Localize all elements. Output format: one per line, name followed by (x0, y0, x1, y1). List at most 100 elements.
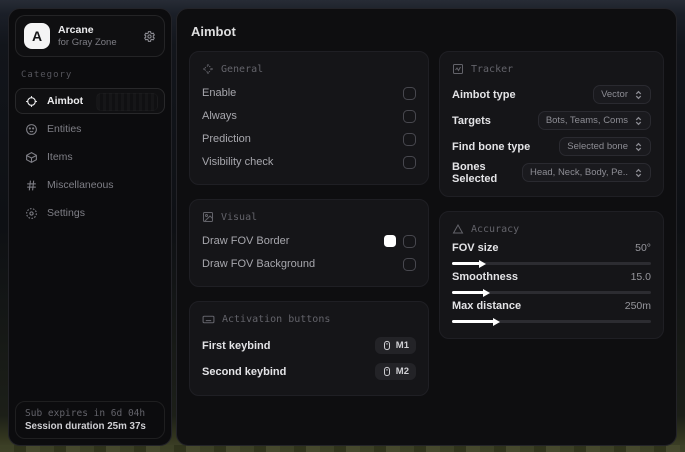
category-label: Category (21, 70, 73, 80)
setting-row: Second keybind M2 (202, 359, 416, 384)
visibility-check-checkbox[interactable] (403, 155, 416, 169)
watermark (96, 93, 158, 111)
slider-value: 50° (635, 242, 651, 254)
setting-row: Prediction (202, 128, 416, 150)
aimbot-type-dropdown[interactable]: Vector (593, 85, 651, 104)
smoothness-slider[interactable] (452, 288, 651, 297)
fov-size-slider-block: FOV size 50° (452, 242, 651, 268)
keyboard-icon (202, 315, 215, 324)
slider-label: Max distance (452, 300, 522, 312)
image-icon (203, 212, 213, 222)
app-logo: A (24, 23, 50, 49)
setting-label: Second keybind (202, 365, 287, 378)
hash-icon (27, 180, 36, 190)
always-checkbox[interactable] (403, 109, 416, 123)
section-title: General (221, 63, 264, 75)
activation-card: Activation buttons First keybind M1 Seco… (189, 301, 429, 396)
section-title: Accuracy (471, 223, 520, 235)
slider-label: Smoothness (452, 271, 519, 283)
bones-selected-dropdown[interactable]: Head, Neck, Body, Pe.. (521, 163, 651, 182)
slider-fill (452, 317, 500, 326)
setting-label: Bones Selected (452, 160, 498, 185)
section-title: Activation buttons (222, 314, 331, 325)
setting-row: Enable (202, 82, 416, 104)
targets-dropdown[interactable]: Bots, Teams, Coms (537, 111, 651, 130)
unfold-icon (635, 142, 642, 151)
dropdown-value: Vector (601, 89, 628, 100)
sidebar-item-aimbot[interactable]: Aimbot (15, 88, 165, 114)
mouse-icon (383, 366, 390, 377)
setting-row: Bones Selected Head, Neck, Body, Pe.. (452, 160, 651, 185)
slider-fill (452, 288, 490, 297)
gear-icon[interactable] (143, 30, 156, 43)
sidebar-item-miscellaneous[interactable]: Miscellaneous (15, 172, 165, 198)
keybind-value: M1 (395, 340, 409, 351)
enable-checkbox[interactable] (403, 86, 416, 100)
slider-value: 15.0 (630, 271, 651, 283)
unfold-icon (635, 168, 642, 177)
setting-row: Always (202, 105, 416, 127)
app-subtitle: for Gray Zone (58, 36, 117, 48)
setting-label: Prediction (202, 133, 251, 145)
fov-background-checkbox[interactable] (403, 257, 416, 271)
sidebar-item-entities[interactable]: Entities (15, 116, 165, 142)
setting-label: Draw FOV Background (202, 258, 316, 270)
slider-value: 250m (624, 300, 651, 312)
setting-label: Find bone type (452, 140, 531, 153)
setting-row: Targets Bots, Teams, Coms (452, 108, 651, 133)
unfold-icon (635, 90, 642, 99)
session-duration-text: Session duration 25m 37s (25, 421, 146, 432)
sidebar-item-label: Settings (47, 207, 85, 219)
setting-row: Draw FOV Background (202, 253, 416, 275)
entities-icon (26, 123, 37, 135)
setting-label: Aimbot type (452, 88, 516, 101)
dropdown-value: Selected bone (567, 141, 628, 152)
setting-row: Find bone type Selected bone (452, 134, 651, 159)
section-title: Tracker (471, 63, 514, 75)
second-keybind-button[interactable]: M2 (374, 363, 416, 380)
sidebar: A Arcane for Gray Zone Category Aimbot E… (8, 8, 172, 446)
app-name: Arcane (58, 23, 94, 36)
prediction-checkbox[interactable] (403, 132, 416, 146)
package-icon (26, 151, 37, 163)
section-title: Visual (221, 211, 258, 223)
setting-label: Visibility check (202, 156, 274, 168)
max-distance-slider[interactable] (452, 317, 651, 326)
color-swatch[interactable] (384, 235, 396, 247)
gear-icon (26, 207, 37, 219)
tracker-card: Tracker Aimbot type Vector Targets Bots,… (439, 51, 664, 197)
keybind-value: M2 (395, 366, 409, 377)
smoothness-slider-block: Smoothness 15.0 (452, 271, 651, 297)
app-header: A Arcane for Gray Zone (15, 15, 165, 57)
slider-label: FOV size (452, 242, 499, 254)
setting-label: Targets (452, 114, 491, 127)
setting-label: Draw FOV Border (202, 235, 290, 247)
general-card: General Enable Always Prediction Visibil… (189, 51, 429, 185)
find-bone-type-dropdown[interactable]: Selected bone (559, 137, 651, 156)
fov-border-checkbox[interactable] (403, 234, 416, 248)
setting-label: First keybind (202, 339, 271, 352)
sidebar-item-label: Aimbot (47, 95, 84, 107)
slider-fill (452, 259, 486, 268)
fov-size-slider[interactable] (452, 259, 651, 268)
visual-card: Visual Draw FOV Border Draw FOV Backgrou… (189, 199, 429, 287)
setting-row: Visibility check (202, 151, 416, 173)
subscription-info: Sub expires in 6d 04h Session duration 2… (15, 401, 165, 439)
setting-row: Draw FOV Border (202, 230, 416, 252)
activity-icon (453, 64, 463, 74)
first-keybind-button[interactable]: M1 (374, 337, 416, 354)
unfold-icon (635, 116, 642, 125)
sidebar-item-items[interactable]: Items (15, 144, 165, 170)
sidebar-item-settings[interactable]: Settings (15, 200, 165, 226)
main-panel: Aimbot General Enable Always Prediction … (176, 8, 677, 446)
mouse-icon (383, 340, 390, 351)
crosshair-icon (203, 64, 213, 74)
setting-row: Aimbot type Vector (452, 82, 651, 107)
dropdown-value: Head, Neck, Body, Pe.. (529, 167, 628, 178)
max-distance-slider-block: Max distance 250m (452, 300, 651, 326)
triangle-icon (452, 223, 464, 234)
dropdown-value: Bots, Teams, Coms (545, 115, 628, 126)
sidebar-item-label: Miscellaneous (47, 179, 114, 191)
setting-row: First keybind M1 (202, 333, 416, 358)
sidebar-item-label: Items (47, 151, 73, 163)
